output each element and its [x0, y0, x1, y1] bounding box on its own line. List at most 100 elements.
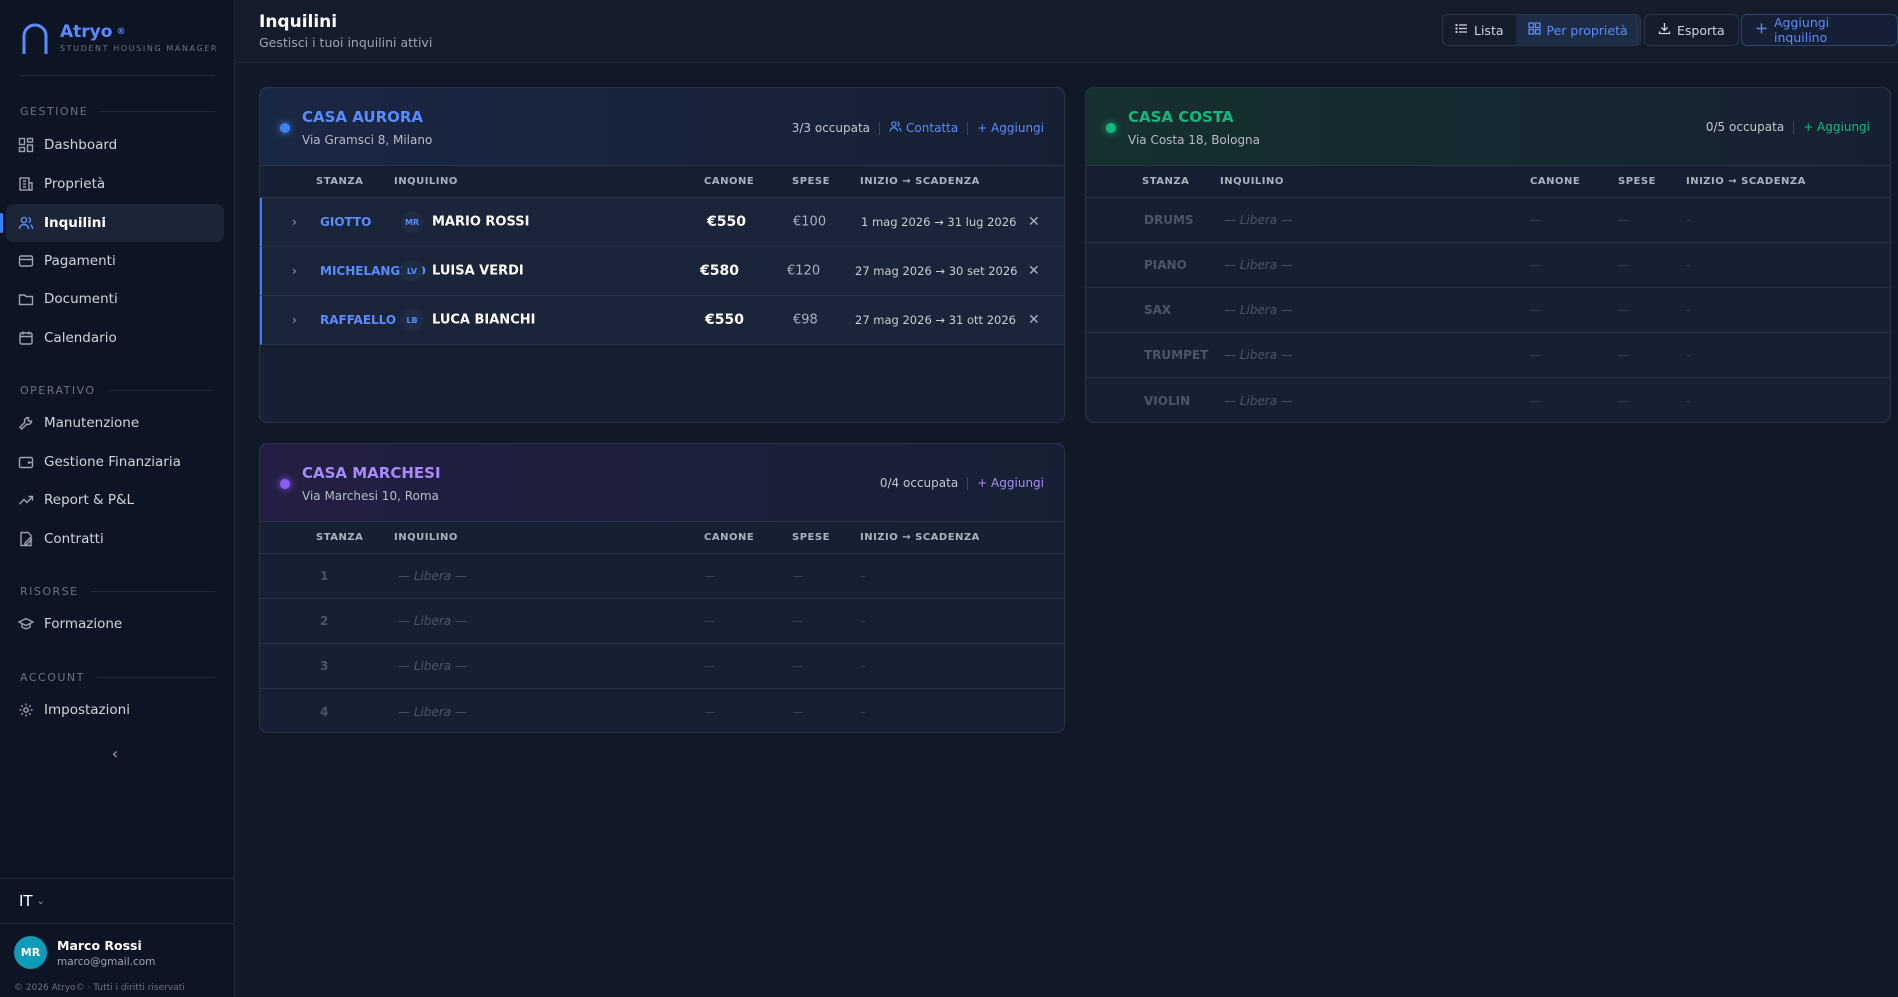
expenses-value: —: [1618, 213, 1629, 227]
table-row[interactable]: 3 — Libera — — — –: [260, 644, 1064, 689]
calendar-icon: [18, 330, 34, 346]
sidebar-item-label: Calendario: [44, 330, 117, 346]
rent-value: —: [704, 614, 715, 628]
view-list-button[interactable]: Lista: [1443, 15, 1516, 45]
sidebar-item-label: Formazione: [44, 616, 123, 632]
wallet-icon: [18, 454, 34, 470]
graduation-cap-icon: [18, 616, 34, 632]
tenant-name[interactable]: LUISA VERDI: [432, 264, 524, 279]
brand-name: Atryo: [60, 22, 113, 42]
table-row[interactable]: TRUMPET — Libera — — — –: [1086, 333, 1890, 378]
tenant-empty: — Libera —: [1224, 393, 1293, 408]
table-header: STANZA INQUILINO CANONE SPESE INIZIO → S…: [1086, 166, 1890, 198]
sidebar-item-gestione-finanziaria[interactable]: Gestione Finanziaria: [6, 443, 224, 481]
room-name: PIANO: [1144, 258, 1187, 272]
brand[interactable]: Atryo ® STUDENT HOUSING MANAGER: [20, 22, 218, 56]
collapse-sidebar-button[interactable]: ‹: [105, 741, 125, 765]
property-name[interactable]: CASA AURORA: [302, 108, 423, 126]
lease-dates: –: [1686, 394, 1692, 407]
add-room-button[interactable]: + Aggiungi: [977, 476, 1044, 490]
download-icon: [1658, 22, 1671, 38]
col-spese: SPESE: [792, 532, 830, 543]
lease-dates: –: [1686, 303, 1692, 317]
rent-value: —: [704, 659, 715, 673]
rent-value: —: [1530, 348, 1541, 362]
language-selector[interactable]: IT ⌄: [0, 878, 235, 924]
view-toggle: Lista Per proprietà: [1442, 14, 1641, 46]
col-stanza: STANZA: [1142, 176, 1190, 187]
tenant-name[interactable]: MARIO ROSSI: [432, 215, 529, 230]
divider: [20, 75, 215, 76]
view-property-button[interactable]: Per proprietà: [1515, 15, 1640, 45]
tenant-name[interactable]: LUCA BIANCHI: [432, 313, 535, 328]
add-tenant-label: Aggiungi inquilino: [1774, 15, 1830, 45]
sidebar-item-documenti[interactable]: Documenti: [6, 280, 224, 318]
sidebar-item-impostazioni[interactable]: Impostazioni: [6, 691, 224, 729]
expenses-value: —: [792, 659, 803, 673]
plus-icon: [1755, 22, 1768, 38]
occupancy-label: 3/3 occupata: [791, 121, 871, 135]
table-row[interactable]: SAX — Libera — — — –: [1086, 288, 1890, 333]
add-room-button[interactable]: + Aggiungi: [977, 121, 1044, 135]
occupancy-label: 0/4 occupata: [879, 476, 959, 490]
table-row[interactable]: › GIOTTO MR MARIO ROSSI €550 €100 1 mag …: [260, 198, 1064, 247]
property-name[interactable]: CASA COSTA: [1128, 108, 1234, 126]
export-button[interactable]: Esporta: [1644, 14, 1739, 46]
tenant-empty: — Libera —: [398, 614, 467, 628]
sidebar-item-proprieta[interactable]: Proprietà: [6, 165, 224, 203]
close-icon[interactable]: ✕: [1028, 214, 1040, 230]
chevron-right-icon[interactable]: ›: [292, 313, 297, 327]
room-name: 3: [320, 659, 329, 673]
expenses-value: —: [792, 569, 803, 583]
sidebar-item-pagamenti[interactable]: Pagamenti: [6, 242, 224, 280]
room-name: TRUMPET: [1144, 348, 1209, 362]
sidebar-item-manutenzione[interactable]: Manutenzione: [6, 404, 224, 442]
rent-value: —: [1530, 213, 1541, 227]
expenses-value: €98: [793, 312, 818, 328]
close-icon[interactable]: ✕: [1028, 263, 1040, 279]
user-profile[interactable]: MR Marco Rossi marco@gmail.com: [14, 936, 155, 969]
table-row[interactable]: 2 — Libera — — — –: [260, 599, 1064, 644]
add-tenant-button[interactable]: Aggiungi inquilino: [1741, 14, 1898, 46]
sidebar-item-formazione[interactable]: Formazione: [6, 605, 224, 643]
room-name: VIOLIN: [1144, 393, 1191, 408]
sidebar-item-inquilini[interactable]: Inquilini: [0, 204, 224, 242]
chevron-right-icon[interactable]: ›: [292, 264, 297, 278]
expenses-value: —: [1618, 394, 1629, 407]
rent-value: —: [1530, 258, 1541, 272]
sidebar: Atryo ® STUDENT HOUSING MANAGER GESTIONE …: [0, 0, 235, 997]
user-name: Marco Rossi: [57, 937, 142, 953]
tenant-empty: — Libera —: [1224, 213, 1293, 227]
col-periodo: INIZIO → SCADENZA: [860, 532, 980, 543]
sidebar-item-label: Inquilini: [44, 215, 107, 231]
table-row[interactable]: › MICHELANGELO LV LUISA VERDI €580 €120 …: [260, 247, 1064, 296]
export-label: Esporta: [1677, 22, 1725, 38]
table-row[interactable]: DRUMS — Libera — — — –: [1086, 198, 1890, 243]
sidebar-item-contratti[interactable]: Contratti: [6, 520, 224, 558]
sidebar-item-calendario[interactable]: Calendario: [6, 319, 224, 357]
close-icon[interactable]: ✕: [1028, 312, 1040, 328]
list-icon: [1455, 22, 1468, 38]
table-row[interactable]: VIOLIN — Libera — — — –: [1086, 378, 1890, 422]
table-row[interactable]: PIANO — Libera — — — –: [1086, 243, 1890, 288]
lease-dates: –: [860, 569, 866, 583]
table-row[interactable]: › RAFFAELLO LB LUCA BIANCHI €550 €98 27 …: [260, 296, 1064, 345]
sidebar-item-report[interactable]: Report & P&L: [6, 481, 224, 519]
nav-section-account: ACCOUNT: [20, 671, 215, 684]
col-spese: SPESE: [1618, 176, 1656, 187]
add-room-button[interactable]: + Aggiungi: [1803, 120, 1870, 134]
dashboard-icon: [18, 137, 34, 153]
table-row[interactable]: 1 — Libera — — — –: [260, 554, 1064, 599]
sidebar-item-label: Dashboard: [44, 137, 118, 153]
chevron-right-icon[interactable]: ›: [292, 215, 297, 229]
sidebar-item-dashboard[interactable]: Dashboard: [6, 126, 224, 164]
table-row[interactable]: 4 — Libera — — — –: [260, 689, 1064, 732]
room-name: SAX: [1144, 303, 1172, 317]
divider: [967, 476, 969, 490]
divider: [1793, 120, 1795, 134]
card-header: CASA MARCHESI Via Marchesi 10, Roma 0/4 …: [260, 444, 1064, 522]
page-header: Inquilini Gestisci i tuoi inquilini atti…: [235, 0, 1898, 63]
property-name[interactable]: CASA MARCHESI: [302, 464, 441, 482]
col-stanza: STANZA: [316, 532, 364, 543]
contact-button[interactable]: Contatta: [889, 120, 958, 136]
